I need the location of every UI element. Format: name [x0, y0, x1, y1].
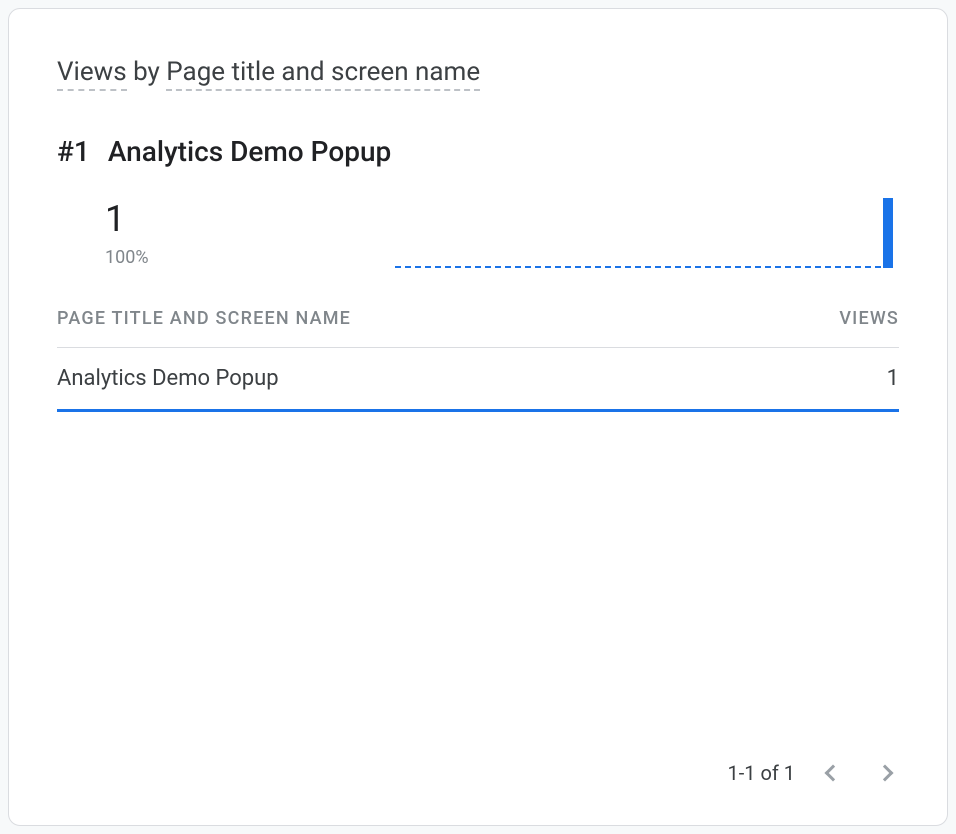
hero-title-row: #1 Analytics Demo Popup [57, 135, 899, 168]
pagination: 1-1 of 1 [727, 759, 899, 787]
table-row[interactable]: Analytics Demo Popup 1 [57, 348, 899, 412]
hero-value: 1 [105, 201, 395, 237]
data-table: PAGE TITLE AND SCREEN NAME VIEWS Analyti… [57, 308, 899, 412]
sparkline-chart [395, 188, 907, 268]
chevron-right-icon [877, 765, 894, 782]
table-header: PAGE TITLE AND SCREEN NAME VIEWS [57, 308, 899, 348]
analytics-card: Views by Page title and screen name #1 A… [8, 8, 948, 826]
previous-page-button[interactable] [819, 759, 847, 787]
sparkline-bar [883, 198, 893, 268]
card-title: Views by Page title and screen name [57, 57, 899, 87]
next-page-button[interactable] [871, 759, 899, 787]
row-dimension-value: Analytics Demo Popup [57, 366, 279, 391]
hero-rank: #1 [57, 135, 90, 168]
hero-percent: 100% [105, 247, 395, 268]
chevron-left-icon [825, 765, 842, 782]
sparkline-baseline [395, 266, 881, 268]
column-header-dimension[interactable]: PAGE TITLE AND SCREEN NAME [57, 308, 351, 329]
row-metric-value: 1 [887, 366, 899, 391]
hero-name: Analytics Demo Popup [108, 135, 391, 168]
hero-value-block: 1 100% [105, 201, 395, 268]
title-by: by [133, 57, 160, 87]
hero-metrics: 1 100% [57, 188, 899, 268]
hero-section: #1 Analytics Demo Popup 1 100% [57, 135, 899, 268]
column-header-metric[interactable]: VIEWS [839, 308, 899, 329]
pagination-range: 1-1 of 1 [727, 761, 795, 785]
title-dimension[interactable]: Page title and screen name [166, 57, 480, 91]
title-metric[interactable]: Views [57, 57, 127, 91]
